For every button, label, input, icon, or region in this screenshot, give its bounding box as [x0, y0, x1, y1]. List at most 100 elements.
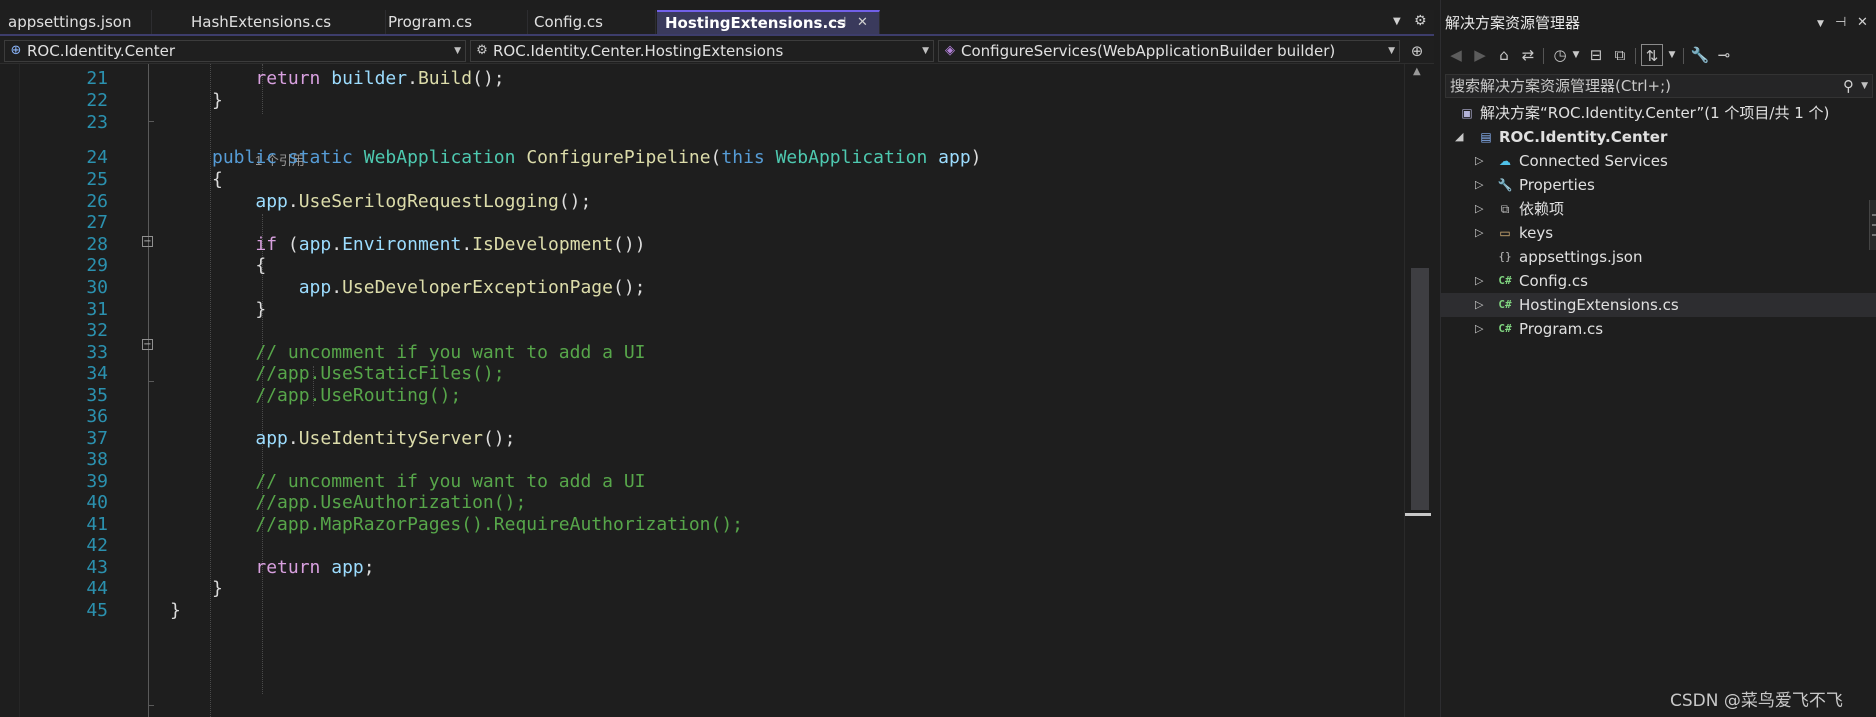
code-token: app	[938, 147, 971, 168]
pin-icon[interactable]: ⊣	[1835, 12, 1846, 34]
code-editor[interactable]: appsettings.json HashExtensions.cs Progr…	[0, 0, 1434, 717]
collapsed-triangle-icon[interactable]: ▷	[1475, 293, 1483, 317]
tree-item[interactable]: ▷ ▭ keys	[1441, 221, 1876, 245]
csharp-file-icon: C#	[1498, 274, 1512, 287]
solution-explorer-panel: 解决方案资源管理器 ▼ ⊣ ✕ ◀ ▶ ⌂ ⇄ ◷ ▼ ⊟ ⧉ ⇅ ▼ 🔧 ⊸ …	[1440, 0, 1876, 717]
code-token: }	[212, 90, 223, 111]
tree-item[interactable]: ▷ 🔧 Properties	[1441, 173, 1876, 197]
tree-item[interactable]: ▷ C# Config.cs	[1441, 269, 1876, 293]
show-all-files-icon[interactable]: ⧉	[1609, 44, 1631, 66]
type-dropdown[interactable]: ⚙ ROC.Identity.Center.HostingExtensions …	[470, 40, 934, 62]
method-icon: ◈	[945, 43, 955, 58]
line-number: 23	[86, 112, 108, 133]
code-token: .	[331, 277, 343, 298]
solution-explorer-scroll-indicator[interactable]	[1869, 200, 1876, 250]
member-dropdown[interactable]: ◈ ConfigureServices(WebApplicationBuilde…	[938, 40, 1400, 62]
project-icon: ⊕	[10, 43, 22, 58]
scroll-up-icon[interactable]: ▲	[1413, 66, 1421, 77]
csharp-file-icon: C#	[1498, 298, 1512, 311]
code-token: WebApplication	[363, 147, 516, 168]
close-tab-icon[interactable]: ✕	[857, 12, 868, 34]
split-editor-icon[interactable]: ⊕	[1406, 40, 1428, 62]
collapsed-triangle-icon[interactable]: ▷	[1475, 317, 1483, 341]
tree-item-label: appsettings.json	[1519, 248, 1643, 266]
code-token: app	[298, 234, 332, 255]
tab-appsettings-json[interactable]: appsettings.json	[0, 10, 152, 34]
class-icon: ⚙	[476, 43, 488, 58]
tree-item-label: Program.cs	[1519, 320, 1604, 338]
solution-explorer-search-input[interactable]: 搜索解决方案资源管理器(Ctrl+;) ⚲ ▼	[1445, 74, 1873, 98]
code-token: Environment	[342, 234, 462, 255]
tab-overflow-chevron-icon[interactable]: ▼	[1393, 16, 1401, 27]
dependencies-icon: ⧉	[1500, 202, 1510, 216]
tab-config-cs[interactable]: Config.cs	[526, 10, 656, 34]
code-text: }	[170, 598, 181, 624]
chevron-down-icon[interactable]: ▼	[1861, 75, 1868, 97]
switch-views-icon[interactable]: ⇄	[1517, 44, 1539, 66]
scrollbar-thumb[interactable]	[1411, 268, 1429, 510]
code-token: )	[970, 147, 982, 168]
tab-program-cs[interactable]: Program.cs	[380, 10, 528, 34]
window-position-chevron-icon[interactable]: ▼	[1817, 13, 1824, 35]
tree-item[interactable]: ▷ ☁ Connected Services	[1441, 149, 1876, 173]
tab-hashextensions-cs[interactable]: HashExtensions.cs	[183, 10, 386, 34]
tree-item[interactable]: ▷ ⧉ 依赖项	[1441, 197, 1876, 221]
project-dropdown[interactable]: ⊕ ROC.Identity.Center ▼	[4, 40, 466, 62]
tab-label: HostingExtensions.cs	[665, 14, 846, 32]
tree-item-project[interactable]: ◢ ▤ ROC.Identity.Center	[1441, 125, 1876, 149]
tree-item-solution[interactable]: ▣ 解决方案“ROC.Identity.Center”(1 个项目/共 1 个)	[1441, 101, 1876, 125]
expanded-triangle-icon[interactable]: ◢	[1455, 125, 1463, 149]
collapsed-triangle-icon[interactable]: ▷	[1475, 173, 1483, 197]
toolbar-separator	[1635, 48, 1636, 64]
solution-explorer-title-bar: 解决方案资源管理器 ▼ ⊣ ✕	[1441, 12, 1876, 34]
tab-label: HashExtensions.cs	[191, 13, 332, 31]
code-token: //app.MapRazorPages().RequireAuthorizati…	[255, 514, 744, 535]
csharp-file-icon: C#	[1498, 322, 1512, 335]
chevron-down-icon[interactable]: ▼	[1565, 44, 1587, 66]
collapsed-triangle-icon[interactable]: ▷	[1475, 221, 1483, 245]
code-line[interactable]: 23	[0, 110, 1400, 136]
code-area[interactable]: − − 1 个引用 21 return builder.Build(); 22} 2…	[0, 64, 1400, 717]
wrench-properties-icon[interactable]: 🔧	[1689, 44, 1711, 66]
preview-selected-items-icon[interactable]: ⊸	[1713, 44, 1735, 66]
collapsed-triangle-icon[interactable]: ▷	[1475, 149, 1483, 173]
tree-item[interactable]: {} appsettings.json	[1441, 245, 1876, 269]
code-token: if	[255, 234, 278, 255]
solution-icon: ▣	[1461, 106, 1473, 120]
tree-item[interactable]: ▷ C# Program.cs	[1441, 317, 1876, 341]
code-line[interactable]: 45}	[0, 598, 1400, 624]
chevron-down-icon[interactable]: ▼	[1661, 44, 1683, 66]
code-token: }	[212, 299, 267, 320]
editor-vertical-scrollbar[interactable]: ▲	[1404, 64, 1434, 717]
watermark-text: CSDN @菜鸟爱飞不飞	[1670, 691, 1843, 711]
sync-with-active-document-icon[interactable]: ⇅	[1641, 44, 1663, 66]
code-token: //app.UseRouting();	[255, 385, 462, 406]
search-icon[interactable]: ⚲	[1843, 75, 1854, 97]
forward-icon[interactable]: ▶	[1469, 44, 1491, 66]
collapse-all-icon[interactable]: ⊟	[1585, 44, 1607, 66]
back-icon[interactable]: ◀	[1445, 44, 1467, 66]
code-token: this	[721, 147, 765, 168]
home-icon[interactable]: ⌂	[1493, 44, 1515, 66]
panel-title: 解决方案资源管理器	[1445, 14, 1581, 32]
code-token: app	[255, 428, 288, 449]
tab-hostingextensions-cs[interactable]: HostingExtensions.cs ⊣ ✕	[657, 10, 880, 34]
pin-tab-icon[interactable]: ⊣	[835, 12, 846, 34]
search-placeholder: 搜索解决方案资源管理器(Ctrl+;)	[1450, 77, 1672, 95]
code-token: ();	[558, 191, 592, 212]
tree-item[interactable]: ▷ C# HostingExtensions.cs	[1441, 293, 1876, 317]
collapsed-triangle-icon[interactable]: ▷	[1475, 269, 1483, 293]
collapsed-triangle-icon[interactable]: ▷	[1475, 197, 1483, 221]
properties-icon: 🔧	[1497, 178, 1513, 192]
close-icon[interactable]: ✕	[1857, 12, 1868, 34]
connected-services-icon: ☁	[1499, 154, 1511, 168]
type-dropdown-value: ROC.Identity.Center.HostingExtensions	[493, 42, 784, 60]
gear-icon[interactable]: ⚙	[1414, 13, 1427, 29]
